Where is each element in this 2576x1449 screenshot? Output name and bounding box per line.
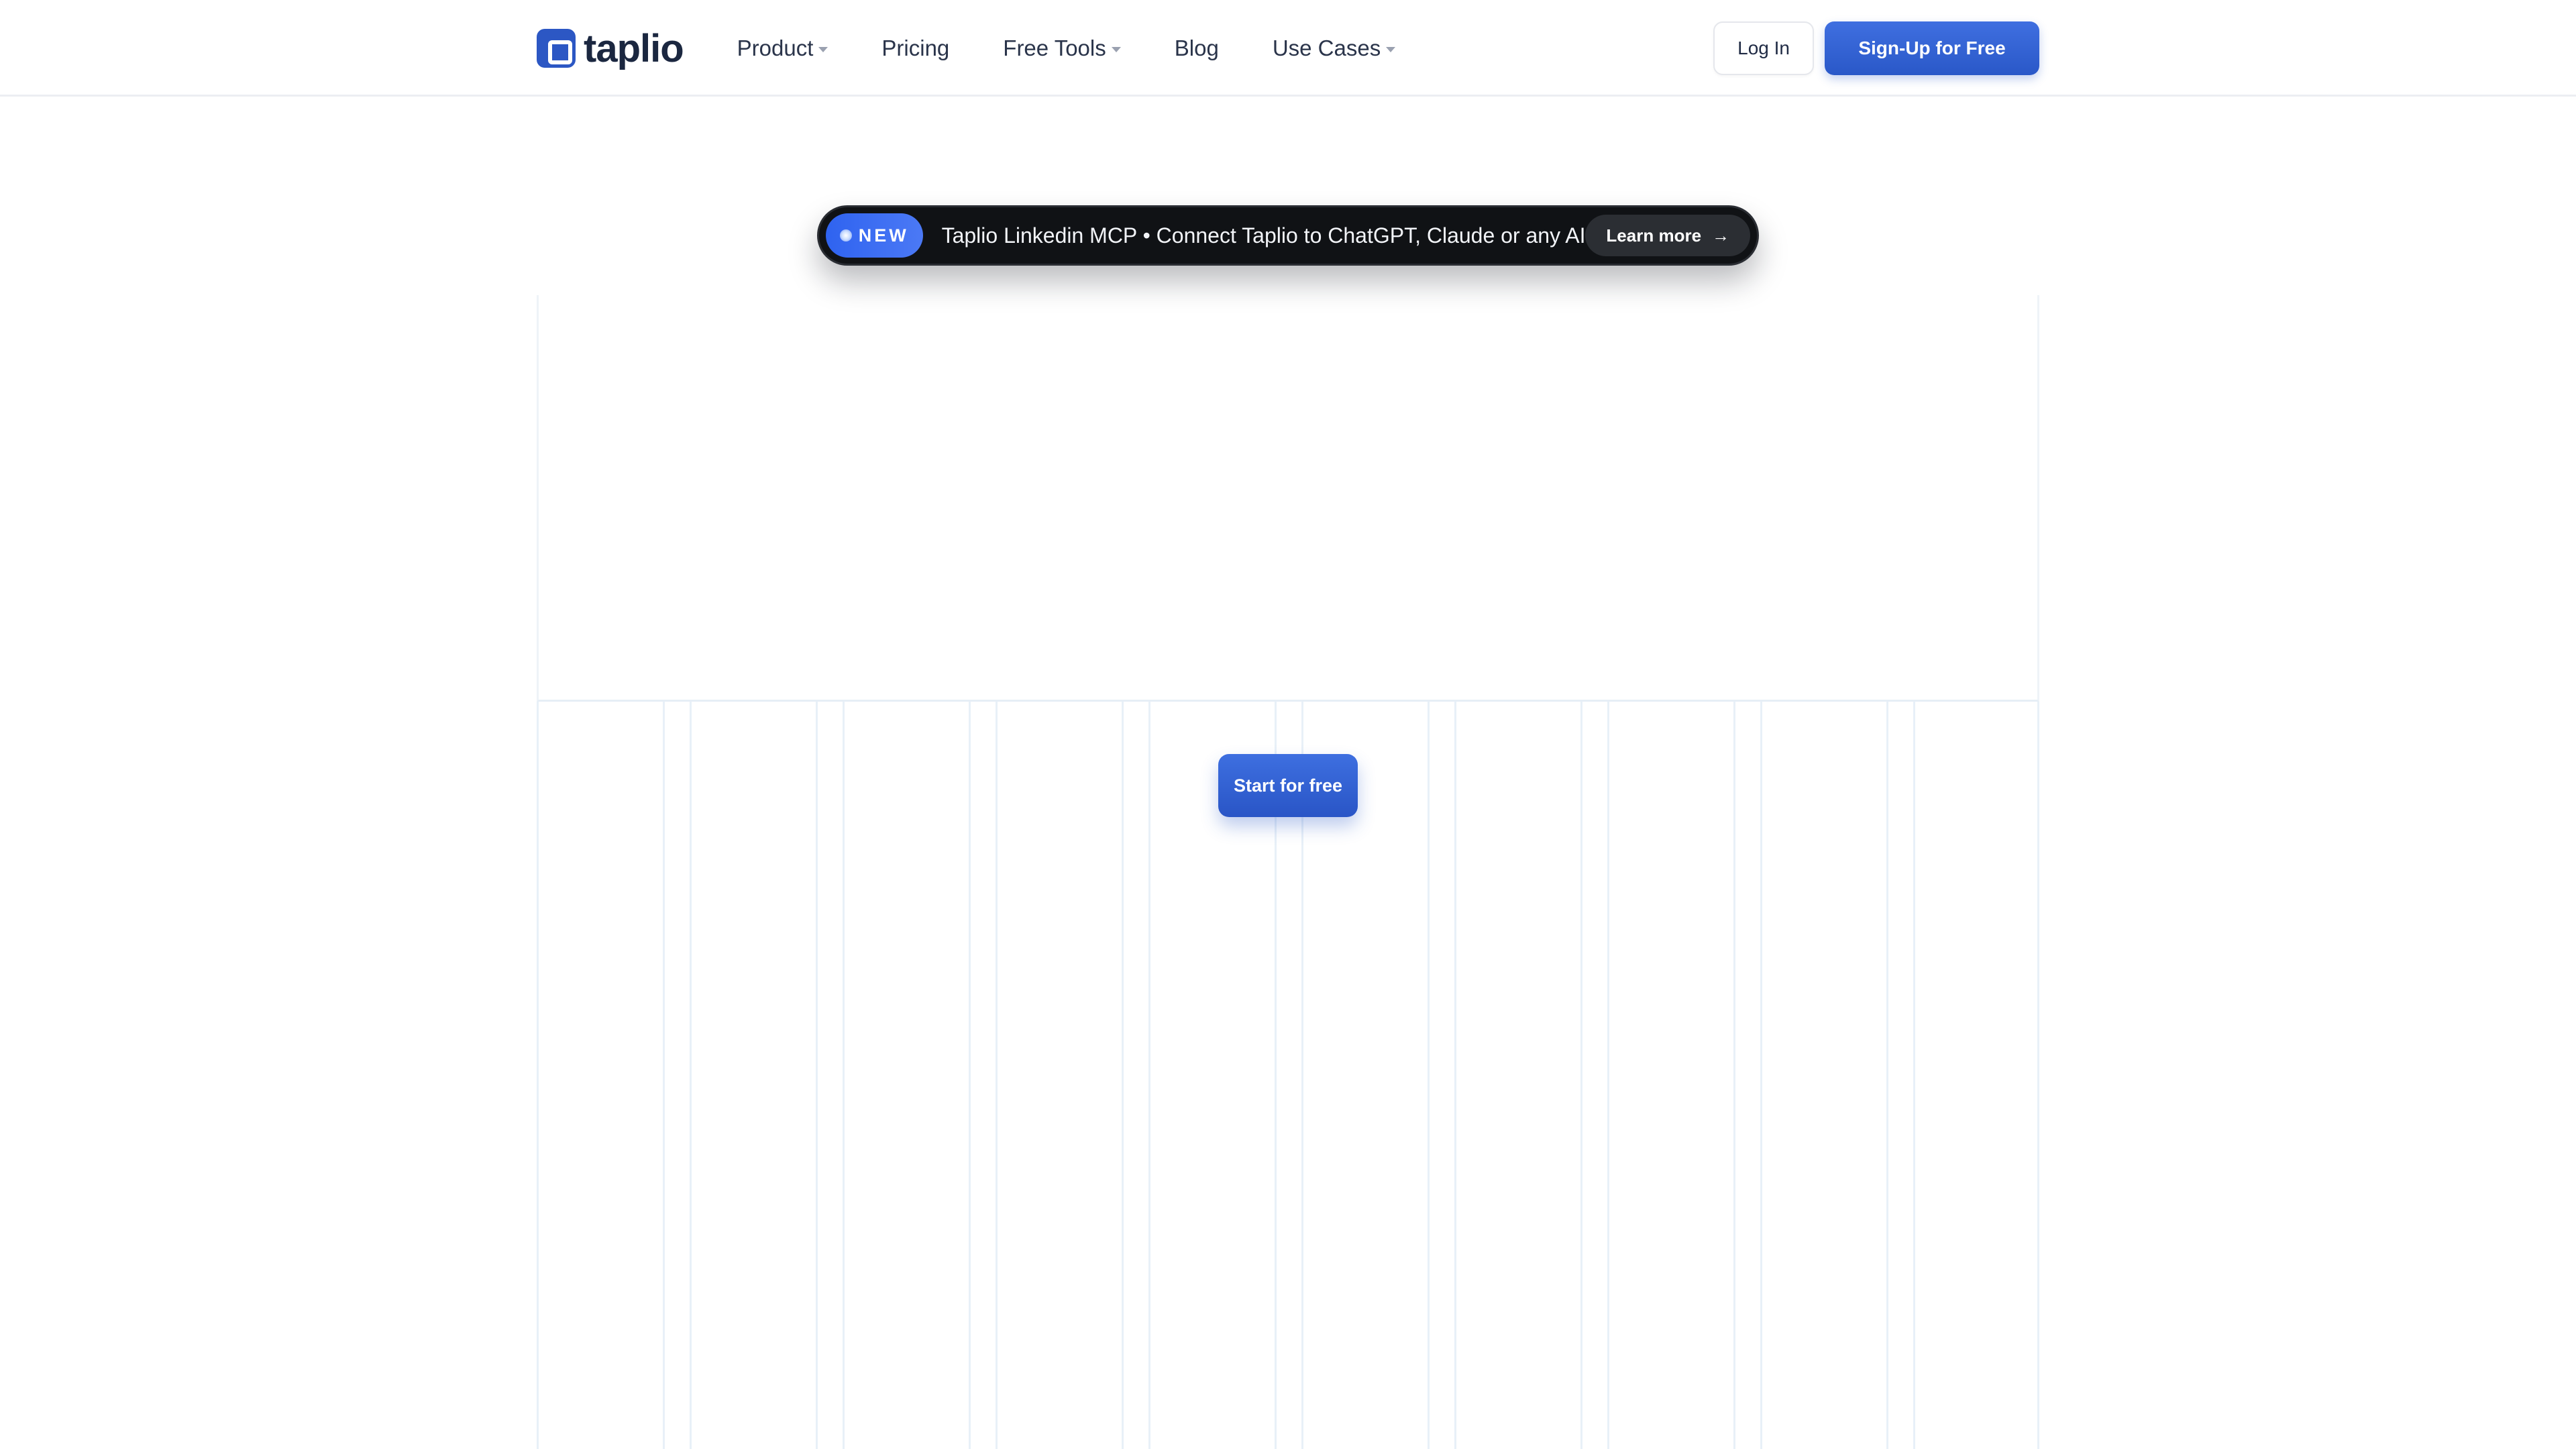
- grid-line: [1580, 702, 1582, 1449]
- nav-item-label: Product: [737, 36, 814, 60]
- grid-line: [2037, 702, 2039, 1449]
- main-nav: Product Pricing Free Tools Blog Use Case…: [737, 0, 1450, 97]
- grid-line: [1607, 702, 1609, 1449]
- nav-item-free-tools[interactable]: Free Tools: [1003, 36, 1121, 61]
- grid-line: [843, 702, 845, 1449]
- top-navbar: taplio Product Pricing Free Tools Blog U…: [0, 0, 2576, 97]
- nav-item-label: Blog: [1174, 36, 1219, 60]
- nav-item-pricing[interactable]: Pricing: [881, 36, 949, 61]
- grid-line: [1886, 702, 1888, 1449]
- nav-item-product[interactable]: Product: [737, 36, 828, 61]
- taplio-logo-icon: [537, 29, 576, 68]
- arrow-right-icon: →: [1712, 225, 1730, 246]
- chevron-down-icon: [818, 46, 828, 52]
- grid-line: [1913, 702, 1915, 1449]
- nav-item-use-cases[interactable]: Use Cases: [1272, 36, 1396, 61]
- brand-logo[interactable]: taplio: [537, 0, 684, 97]
- signup-button[interactable]: Sign-Up for Free: [1825, 21, 2039, 75]
- nav-item-label: Free Tools: [1003, 36, 1106, 60]
- grid-line: [663, 702, 665, 1449]
- chevron-down-icon: [1111, 46, 1121, 52]
- new-badge: NEW: [826, 213, 923, 258]
- learn-more-label: Learn more: [1606, 225, 1702, 246]
- new-badge-label: NEW: [858, 225, 909, 246]
- pulse-dot-icon: [839, 229, 852, 241]
- nav-item-label: Use Cases: [1272, 36, 1381, 60]
- announcement-banner[interactable]: NEW Taplio Linkedin MCP • Connect Taplio…: [817, 205, 1759, 266]
- grid-line: [1760, 702, 1762, 1449]
- nav-actions: Log In Sign-Up for Free: [1713, 21, 2039, 75]
- chevron-down-icon: [1386, 46, 1396, 52]
- grid-line: [1733, 702, 1735, 1449]
- hero-frame: [537, 295, 2039, 702]
- announcement-text: Taplio Linkedin MCP • Connect Taplio to …: [941, 223, 1586, 248]
- grid-line: [969, 702, 971, 1449]
- navbar-inner: taplio Product Pricing Free Tools Blog U…: [537, 0, 2039, 97]
- start-for-free-button[interactable]: Start for free: [1218, 754, 1358, 817]
- grid-line: [816, 702, 818, 1449]
- grid-line: [1122, 702, 1124, 1449]
- grid-line: [1428, 702, 1430, 1449]
- brand-name: taplio: [584, 26, 684, 70]
- nav-item-blog[interactable]: Blog: [1175, 36, 1219, 61]
- grid-line: [996, 702, 998, 1449]
- grid-line: [1148, 702, 1150, 1449]
- nav-item-label: Pricing: [881, 36, 950, 60]
- grid-line: [1454, 702, 1456, 1449]
- learn-more-button[interactable]: Learn more →: [1585, 215, 1750, 256]
- login-button[interactable]: Log In: [1713, 21, 1814, 75]
- grid-line: [537, 702, 539, 1449]
- grid-line: [690, 702, 692, 1449]
